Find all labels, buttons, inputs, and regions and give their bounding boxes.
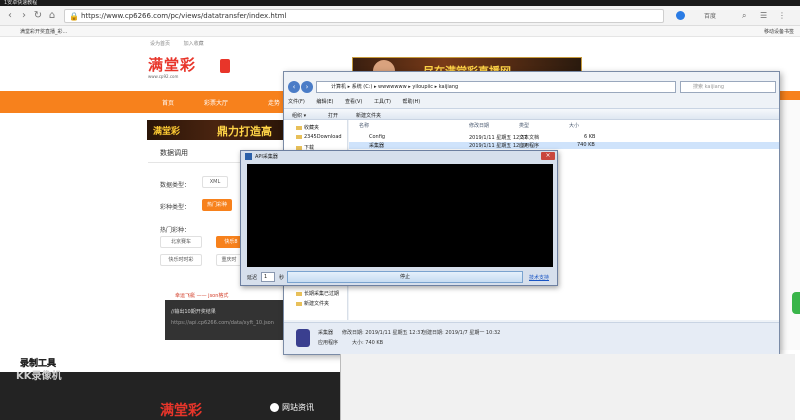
stop-button[interactable]: 停止 — [287, 271, 523, 283]
detail-created: 创建日期: 2019/1/7 星期一 10:32 — [422, 330, 501, 336]
menu-help[interactable]: 帮助(H) — [403, 99, 421, 105]
explorer-address-row: ‹ › 计算机 ▸ 系统 (C:) ▸ wwwwwww ▸ yiloupiic … — [288, 80, 778, 94]
interval-input[interactable]: 1 — [261, 272, 275, 282]
menu-tools[interactable]: 工具(T) — [374, 99, 391, 105]
site-top-links: 设为首页 加入收藏 — [150, 40, 216, 47]
mid-ad-slogan: 鼎力打造高 — [217, 125, 272, 138]
mid-banner-ad[interactable]: 满堂彩 鼎力打造高 — [147, 120, 285, 140]
data-type-label: 数据类型： — [160, 182, 191, 189]
interval-unit: 秒 — [279, 275, 285, 281]
bookmarks-bar: 满堂彩开奖直播_彩... 移动设备书签 — [0, 26, 800, 37]
support-link[interactable]: 技术支持 — [529, 274, 549, 281]
nav-trend[interactable]: 走势 — [268, 98, 280, 107]
explorer-path[interactable]: 计算机 ▸ 系统 (C:) ▸ wwwwwww ▸ yiloupiic ▸ ka… — [316, 81, 676, 93]
col-date[interactable]: 修改日期 — [469, 122, 489, 129]
refresh-icon[interactable]: ↻ — [32, 10, 44, 22]
open-button[interactable]: 打开 — [328, 112, 338, 119]
code-example-box: 幸运飞艇 —— json格式 //输出10期开奖结果 https://api.c… — [165, 293, 285, 340]
detail-name: 采集器 — [318, 330, 334, 336]
footer-logo: 满堂彩 — [160, 403, 202, 419]
tree-item[interactable]: 收藏夹 — [296, 124, 319, 131]
back-icon[interactable]: ‹ — [4, 10, 16, 22]
home-icon[interactable]: ⌂ — [46, 10, 58, 22]
pill-beijing-pk[interactable]: 北京赛车 — [160, 236, 202, 248]
code-example-title: 幸运飞艇 —— json格式 — [175, 293, 229, 299]
folder-icon — [296, 291, 302, 296]
add-favorite-link[interactable]: 加入收藏 — [184, 41, 204, 47]
tree-item[interactable]: 新建文件夹 — [296, 300, 329, 307]
data-type-xml-option[interactable]: XML — [202, 176, 228, 188]
explorer-search[interactable]: 搜索 kaijiang — [680, 81, 776, 93]
app-icon — [296, 329, 310, 347]
col-name[interactable]: 名称 — [359, 122, 369, 129]
tree-item[interactable]: 长期采集已过期 — [296, 290, 339, 297]
url-text: https://www.cp6266.com/pc/views/datatran… — [81, 12, 287, 20]
star-icon — [296, 125, 302, 130]
footer-news-link[interactable]: 网站资讯 — [282, 402, 314, 413]
browser-toolbar: ‹ › ↻ ⌂ 🔒 https://www.cp6266.com/pc/view… — [0, 6, 800, 26]
close-icon[interactable]: × — [541, 152, 555, 160]
search-engine-label[interactable]: 百度 — [704, 11, 716, 20]
output-area[interactable] — [247, 164, 553, 267]
bookmark-item[interactable]: 满堂彩开奖直播_彩... — [20, 28, 67, 35]
more-icon[interactable]: ⋮ — [778, 11, 786, 20]
set-home-link[interactable]: 设为首页 — [150, 41, 170, 47]
lottery-type-label: 彩种类型： — [160, 204, 191, 211]
organize-button[interactable]: 组织 ▾ — [292, 112, 306, 119]
logo-badge-icon — [220, 59, 230, 73]
detail-size: 大小: 740 KB — [352, 340, 384, 346]
explorer-forward-icon[interactable]: › — [301, 81, 313, 93]
folder-icon — [296, 145, 302, 150]
tree-item[interactable]: 2345Download — [296, 134, 342, 140]
detail-type: 应用程序 — [318, 340, 339, 346]
detail-modified: 修改日期: 2019/1/11 星期五 12:37 — [342, 330, 424, 336]
hot-lottery-label: 热门彩种： — [160, 227, 191, 234]
mobile-bookmarks[interactable]: 移动设备书签 — [764, 28, 794, 35]
forward-icon[interactable]: › — [18, 10, 30, 22]
logo-text: 满堂彩 — [148, 56, 197, 74]
col-type[interactable]: 类型 — [519, 122, 529, 129]
dialog-controls: 延迟 1 秒 停止 技术支持 — [247, 271, 553, 283]
desktop-background — [340, 354, 795, 420]
section-title: 数据调用 — [160, 149, 188, 157]
new-folder-button[interactable]: 新建文件夹 — [356, 112, 381, 119]
site-logo[interactable]: 满堂彩 www.cp92.com — [148, 56, 230, 82]
menu-view[interactable]: 查看(V) — [345, 99, 362, 105]
folder-icon — [296, 301, 302, 306]
mid-ad-logo: 满堂彩 — [153, 127, 181, 137]
search-icon[interactable]: ⌕ — [742, 11, 746, 21]
col-size[interactable]: 大小 — [569, 122, 579, 129]
nav-home[interactable]: 首页 — [162, 98, 174, 107]
code-comment: //输出10期开奖结果 — [171, 309, 216, 315]
code-url[interactable]: https://api.cp6266.com/data/xyft_10.json — [171, 320, 274, 326]
explorer-toolbar: 组织 ▾ 打开 新建文件夹 — [284, 108, 779, 120]
folder-icon — [296, 134, 302, 139]
file-row[interactable]: 采集器 2019/1/11 星期五 12:37 应用程序 740 KB — [349, 142, 779, 149]
app-icon — [245, 153, 252, 160]
file-row[interactable]: Config 2019/1/11 星期五 12:37 文本文档 6 KB — [349, 134, 779, 141]
news-icon — [270, 403, 279, 412]
watermark-recorder-name: KK录像机 — [16, 371, 62, 382]
side-float-button[interactable] — [792, 292, 800, 314]
lottery-type-hot-option[interactable]: 热门彩种 — [202, 199, 232, 211]
menu-file[interactable]: 文件(F) — [288, 99, 305, 105]
explorer-menu-bar: 文件(F) 编辑(E) 查看(V) 工具(T) 帮助(H) — [288, 98, 430, 105]
nav-lottery-hall[interactable]: 彩票大厅 — [204, 98, 228, 107]
interval-label: 延迟 — [247, 275, 258, 281]
lock-icon: 🔒 — [69, 12, 79, 21]
api-collector-dialog: API采集器 × 延迟 1 秒 停止 技术支持 — [240, 150, 558, 286]
pill-chongqing[interactable]: 重庆时 — [216, 254, 242, 266]
address-bar[interactable]: 🔒 https://www.cp6266.com/pc/views/datatr… — [64, 9, 664, 23]
pill-kuaile-ssc[interactable]: 快乐时时彩 — [160, 254, 202, 266]
search-engine-icon[interactable] — [676, 11, 685, 20]
logo-url: www.cp92.com — [148, 74, 179, 79]
explorer-details-pane: 采集器 修改日期: 2019/1/11 星期五 12:37 创建日期: 2019… — [284, 322, 779, 354]
explorer-back-icon[interactable]: ‹ — [288, 81, 300, 93]
menu-icon[interactable]: ☰ — [760, 11, 767, 20]
menu-edit[interactable]: 编辑(E) — [316, 99, 333, 105]
dialog-title: API采集器 — [255, 154, 278, 160]
